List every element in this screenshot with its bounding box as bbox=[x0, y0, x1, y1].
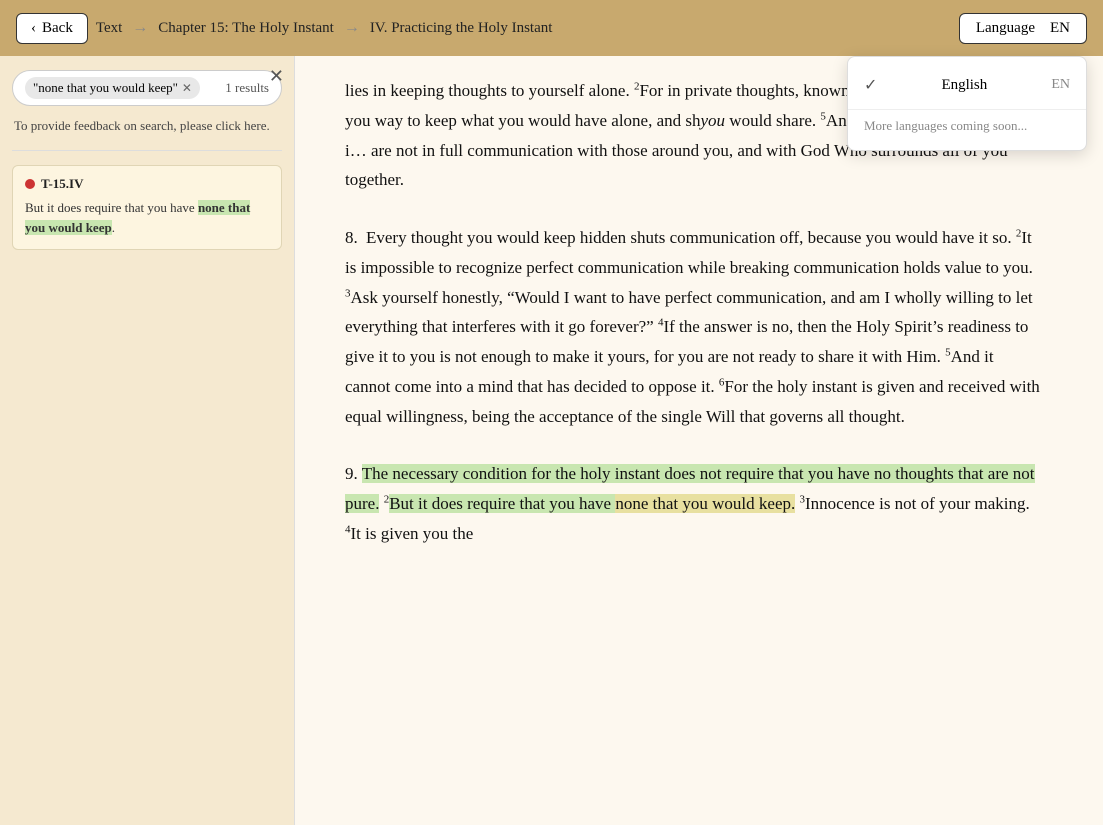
para-9-s4: It is given you the bbox=[351, 524, 474, 543]
result-snippet: But it does require that you have none t… bbox=[25, 198, 269, 240]
snippet-after: . bbox=[112, 220, 115, 235]
result-ref-text: T-15.IV bbox=[41, 176, 84, 192]
nav-section-label: IV. Practicing the Holy Instant bbox=[370, 20, 553, 37]
language-code: EN bbox=[1050, 20, 1070, 36]
checkmark-icon: ✓ bbox=[864, 75, 877, 95]
nav-text-label: Text bbox=[96, 20, 122, 37]
feedback-text: To provide feedback on search, please cl… bbox=[14, 116, 280, 136]
nav-bar: ‹ Back Text → Chapter 15: The Holy Insta… bbox=[0, 0, 1103, 56]
content-area[interactable]: lies in keeping thoughts to yourself alo… bbox=[295, 56, 1103, 825]
sidebar: ✕ "none that you would keep" ✕ 1 results… bbox=[0, 56, 295, 825]
nav-chapter-label: Chapter 15: The Holy Instant bbox=[158, 20, 334, 37]
para-9-s2: But it does require that you have none t… bbox=[389, 494, 795, 513]
nav-arrow-2: → bbox=[344, 19, 360, 37]
language-option-english[interactable]: ✓ English EN bbox=[848, 65, 1086, 105]
result-reference: T-15.IV bbox=[25, 176, 269, 192]
para-9-s2-key: none that you would keep. bbox=[615, 494, 795, 513]
para-9-s3: Innocence is not of your making. bbox=[805, 494, 1030, 513]
nav-arrow-1: → bbox=[132, 19, 148, 37]
language-button[interactable]: Language EN bbox=[959, 13, 1087, 44]
english-label: English bbox=[941, 77, 987, 94]
search-tag-clear[interactable]: ✕ bbox=[182, 81, 192, 96]
result-card[interactable]: T-15.IV But it does require that you hav… bbox=[12, 165, 282, 251]
para-9-num: 9. bbox=[345, 464, 358, 483]
back-label: Back bbox=[42, 20, 73, 37]
para-8-s1: Every thought you would keep hidden shut… bbox=[366, 228, 1012, 247]
paragraph-9: 9.The necessary condition for the holy i… bbox=[345, 459, 1043, 548]
sidebar-divider bbox=[12, 150, 282, 151]
search-bar: "none that you would keep" ✕ 1 results bbox=[12, 70, 282, 106]
paragraph-8: 8. Every thought you would keep hidden s… bbox=[345, 223, 1043, 431]
main-layout: ✕ "none that you would keep" ✕ 1 results… bbox=[0, 56, 1103, 825]
result-dot-icon bbox=[25, 179, 35, 189]
sidebar-close-button[interactable]: ✕ bbox=[269, 66, 284, 87]
back-chevron-icon: ‹ bbox=[31, 20, 36, 37]
language-dropdown: ✓ English EN More languages coming soon.… bbox=[847, 56, 1087, 151]
english-code: EN bbox=[1051, 77, 1070, 93]
snippet-before: But it does require that you have bbox=[25, 200, 198, 215]
coming-soon-text: More languages coming soon... bbox=[848, 109, 1086, 142]
back-button[interactable]: ‹ Back bbox=[16, 13, 88, 44]
para-8-num: 8. bbox=[345, 228, 358, 247]
results-count: 1 results bbox=[225, 80, 269, 96]
search-tag: "none that you would keep" ✕ bbox=[25, 77, 200, 99]
search-tag-text: "none that you would keep" bbox=[33, 80, 178, 96]
language-label: Language bbox=[976, 20, 1035, 36]
